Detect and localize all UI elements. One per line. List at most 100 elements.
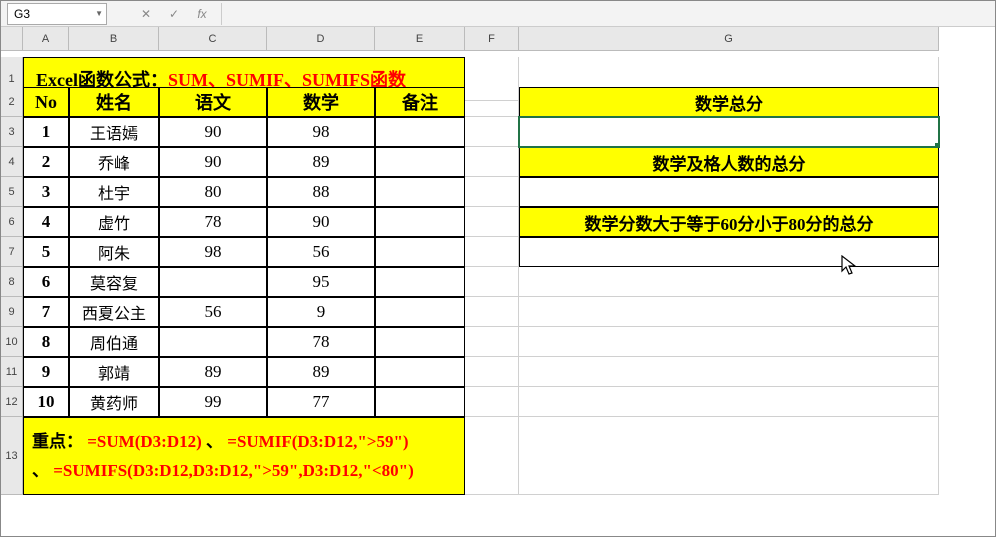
cell-B9[interactable]: 西夏公主	[69, 297, 159, 327]
cell-E4[interactable]	[375, 147, 465, 177]
spreadsheet-grid[interactable]: A B C D E F G 1 Excel函数公式： SUM、SUMIF、SUM…	[1, 27, 995, 447]
cell-A6[interactable]: 4	[23, 207, 69, 237]
cell-E6[interactable]	[375, 207, 465, 237]
cell-C8[interactable]	[159, 267, 267, 297]
col-header-E[interactable]: E	[375, 27, 465, 51]
cell-C10[interactable]	[159, 327, 267, 357]
cell-G13[interactable]	[519, 417, 939, 495]
cell-F8[interactable]	[465, 267, 519, 297]
cell-D9[interactable]: 9	[267, 297, 375, 327]
cell-G5[interactable]	[519, 177, 939, 207]
cell-D6[interactable]: 90	[267, 207, 375, 237]
cell-C5[interactable]: 80	[159, 177, 267, 207]
cell-F10[interactable]	[465, 327, 519, 357]
row-header-12[interactable]: 12	[1, 387, 23, 417]
cell-B11[interactable]: 郭靖	[69, 357, 159, 387]
fx-icon[interactable]: fx	[193, 5, 211, 23]
cell-F2[interactable]	[465, 87, 519, 117]
row-header-6[interactable]: 6	[1, 207, 23, 237]
cell-E8[interactable]	[375, 267, 465, 297]
cell-G9[interactable]	[519, 297, 939, 327]
header-math[interactable]: 数学	[267, 87, 375, 117]
col-header-A[interactable]: A	[23, 27, 69, 51]
cell-F9[interactable]	[465, 297, 519, 327]
cell-F5[interactable]	[465, 177, 519, 207]
cell-D11[interactable]: 89	[267, 357, 375, 387]
cell-G12[interactable]	[519, 387, 939, 417]
cell-D5[interactable]: 88	[267, 177, 375, 207]
cell-G10[interactable]	[519, 327, 939, 357]
cell-A11[interactable]: 9	[23, 357, 69, 387]
cell-B4[interactable]: 乔峰	[69, 147, 159, 177]
cell-A12[interactable]: 10	[23, 387, 69, 417]
cell-C9[interactable]: 56	[159, 297, 267, 327]
row-header-7[interactable]: 7	[1, 237, 23, 267]
right-header-1[interactable]: 数学总分	[519, 87, 939, 117]
cell-D10[interactable]: 78	[267, 327, 375, 357]
cell-G3-selected[interactable]	[519, 117, 939, 147]
cell-C4[interactable]: 90	[159, 147, 267, 177]
cell-D8[interactable]: 95	[267, 267, 375, 297]
row-header-9[interactable]: 9	[1, 297, 23, 327]
cell-G11[interactable]	[519, 357, 939, 387]
header-chinese[interactable]: 语文	[159, 87, 267, 117]
cell-F12[interactable]	[465, 387, 519, 417]
cell-A7[interactable]: 5	[23, 237, 69, 267]
cancel-icon[interactable]: ✕	[137, 5, 155, 23]
cell-A3[interactable]: 1	[23, 117, 69, 147]
name-box[interactable]: G3 ▼	[7, 3, 107, 25]
cell-B3[interactable]: 王语嫣	[69, 117, 159, 147]
cell-E3[interactable]	[375, 117, 465, 147]
cell-F7[interactable]	[465, 237, 519, 267]
col-header-D[interactable]: D	[267, 27, 375, 51]
cell-B7[interactable]: 阿朱	[69, 237, 159, 267]
col-header-B[interactable]: B	[69, 27, 159, 51]
cell-F3[interactable]	[465, 117, 519, 147]
cell-C7[interactable]: 98	[159, 237, 267, 267]
cell-C6[interactable]: 78	[159, 207, 267, 237]
footnote-cell[interactable]: 重点： =SUM(D3:D12) 、 =SUMIF(D3:D12,">59") …	[23, 417, 465, 495]
cell-E12[interactable]	[375, 387, 465, 417]
cell-C3[interactable]: 90	[159, 117, 267, 147]
cell-A5[interactable]: 3	[23, 177, 69, 207]
header-name[interactable]: 姓名	[69, 87, 159, 117]
cell-A10[interactable]: 8	[23, 327, 69, 357]
row-header-5[interactable]: 5	[1, 177, 23, 207]
cell-F4[interactable]	[465, 147, 519, 177]
cell-A8[interactable]: 6	[23, 267, 69, 297]
cell-A4[interactable]: 2	[23, 147, 69, 177]
cell-B5[interactable]: 杜宇	[69, 177, 159, 207]
right-header-3[interactable]: 数学分数大于等于60分小于80分的总分	[519, 207, 939, 237]
col-header-C[interactable]: C	[159, 27, 267, 51]
confirm-icon[interactable]: ✓	[165, 5, 183, 23]
header-note[interactable]: 备注	[375, 87, 465, 117]
header-no[interactable]: No	[23, 87, 69, 117]
cell-B10[interactable]: 周伯通	[69, 327, 159, 357]
cell-B8[interactable]: 莫容复	[69, 267, 159, 297]
cell-B6[interactable]: 虚竹	[69, 207, 159, 237]
row-header-13[interactable]: 13	[1, 417, 23, 495]
cell-G7[interactable]	[519, 237, 939, 267]
row-header-3[interactable]: 3	[1, 117, 23, 147]
cell-E5[interactable]	[375, 177, 465, 207]
row-header-4[interactable]: 4	[1, 147, 23, 177]
cell-G8[interactable]	[519, 267, 939, 297]
row-header-10[interactable]: 10	[1, 327, 23, 357]
col-header-F[interactable]: F	[465, 27, 519, 51]
cell-F13[interactable]	[465, 417, 519, 495]
cell-E11[interactable]	[375, 357, 465, 387]
name-box-dropdown-icon[interactable]: ▼	[95, 9, 103, 18]
cell-F11[interactable]	[465, 357, 519, 387]
cell-D7[interactable]: 56	[267, 237, 375, 267]
cell-E10[interactable]	[375, 327, 465, 357]
col-header-G[interactable]: G	[519, 27, 939, 51]
cell-B12[interactable]: 黄药师	[69, 387, 159, 417]
cell-D12[interactable]: 77	[267, 387, 375, 417]
cell-E9[interactable]	[375, 297, 465, 327]
cell-A9[interactable]: 7	[23, 297, 69, 327]
select-all-corner[interactable]	[1, 27, 23, 51]
cell-C11[interactable]: 89	[159, 357, 267, 387]
cell-D4[interactable]: 89	[267, 147, 375, 177]
cell-C12[interactable]: 99	[159, 387, 267, 417]
row-header-11[interactable]: 11	[1, 357, 23, 387]
